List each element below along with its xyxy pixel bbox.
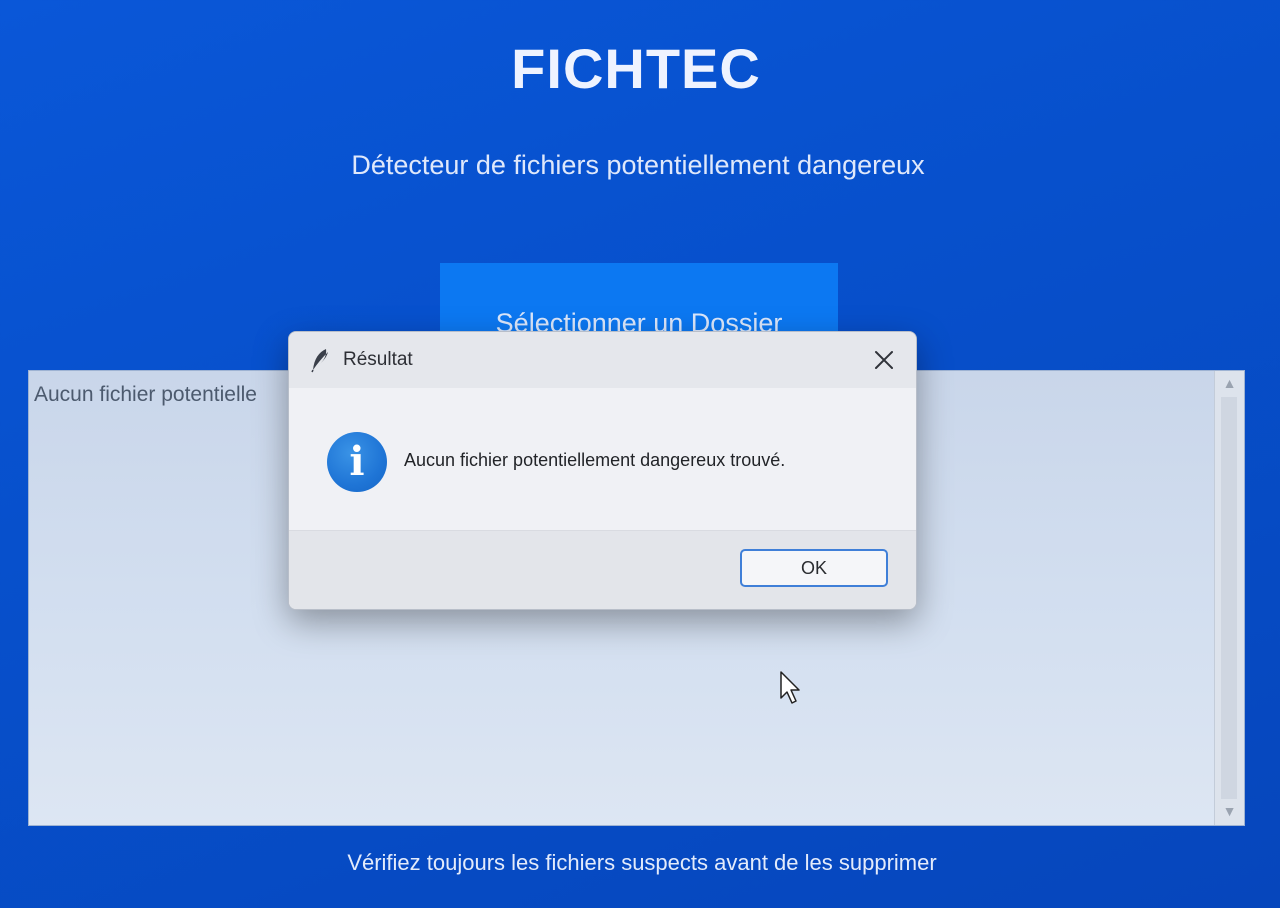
close-button[interactable] xyxy=(866,342,902,378)
results-scrollbar[interactable]: ▲ ▼ xyxy=(1214,371,1244,825)
results-text: Aucun fichier potentielle xyxy=(34,383,257,406)
close-icon xyxy=(875,351,893,369)
dialog-footer: OK xyxy=(289,530,916,609)
feather-icon xyxy=(311,349,328,373)
info-icon: i xyxy=(327,432,387,492)
dialog-title: Résultat xyxy=(343,349,413,370)
scroll-track[interactable] xyxy=(1221,397,1237,799)
footer-text: Vérifiez toujours les fichiers suspects … xyxy=(347,850,937,875)
mouse-cursor-icon xyxy=(780,671,800,704)
app-title: FICHTEC xyxy=(511,37,761,100)
dialog-titlebar[interactable]: Résultat xyxy=(289,332,916,388)
ok-button[interactable]: OK xyxy=(740,549,888,587)
dialog-body: i Aucun fichier potentiellement dangereu… xyxy=(289,388,916,530)
scroll-up-arrow-icon[interactable]: ▲ xyxy=(1215,375,1244,391)
result-dialog: Résultat i Aucun fichier potentiellement… xyxy=(288,331,917,610)
dialog-message: Aucun fichier potentiellement dangereux … xyxy=(404,450,786,470)
scroll-down-arrow-icon[interactable]: ▼ xyxy=(1215,803,1244,819)
app-subtitle: Détecteur de fichiers potentiellement da… xyxy=(351,150,925,180)
